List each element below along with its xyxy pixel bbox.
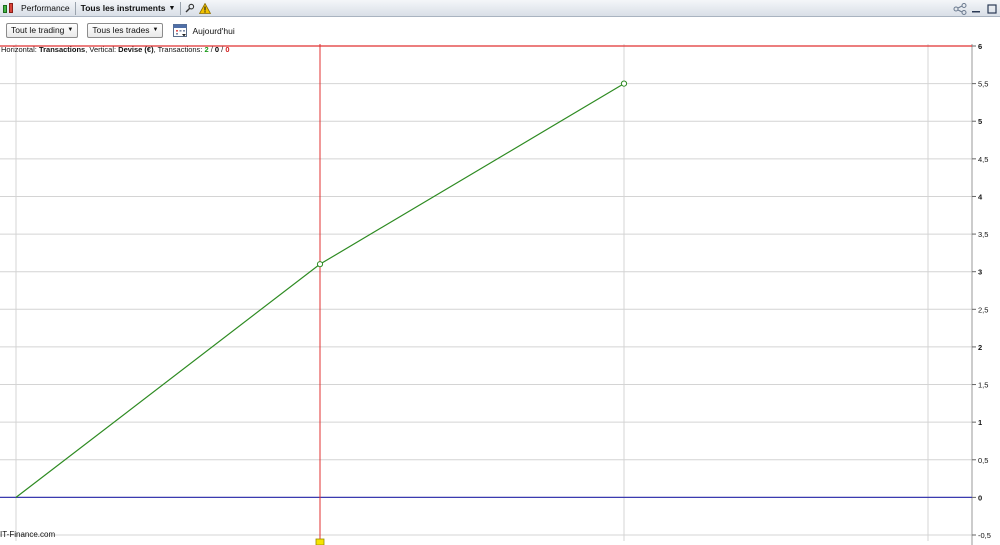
chevron-down-icon: ▼ xyxy=(67,27,74,33)
warning-icon[interactable] xyxy=(197,0,213,17)
tab-performance[interactable]: Performance xyxy=(16,0,75,17)
y-tick-label: 2 xyxy=(978,343,982,352)
y-tick-label: 0,5 xyxy=(978,456,988,465)
calendar-icon[interactable] xyxy=(173,23,188,38)
minimize-icon[interactable] xyxy=(968,0,984,17)
trading-scope-dropdown[interactable]: Tout le trading ▼ xyxy=(6,23,79,38)
performance-chart[interactable]: Horizontal: Transactions, Vertical: Devi… xyxy=(0,44,1000,545)
trades-filter-label: Tous les trades xyxy=(92,25,150,35)
maximize-icon[interactable] xyxy=(984,0,1000,17)
horizontal-axis-prefix: Horizontal: xyxy=(1,45,39,54)
date-range-label[interactable]: Aujourd'hui xyxy=(192,26,234,36)
y-tick-label: 1 xyxy=(978,418,982,427)
watermark: IT-Finance.com xyxy=(0,530,56,539)
chevron-down-icon: ▼ xyxy=(152,27,159,33)
y-tick-label: 1,5 xyxy=(978,381,988,390)
y-tick-label: 6 xyxy=(978,44,982,51)
y-tick-label: 4,5 xyxy=(978,155,988,164)
transactions-count-loss: 0 xyxy=(225,45,230,54)
instruments-dropdown[interactable]: Tous les instruments ▼ xyxy=(76,0,181,17)
window-controls xyxy=(952,0,1000,17)
share-icon[interactable] xyxy=(952,0,968,17)
y-tick-label: -0,5 xyxy=(978,531,991,540)
cursor-handle xyxy=(315,538,325,545)
data-point xyxy=(620,80,628,87)
y-tick-label: 2,5 xyxy=(978,305,988,314)
y-tick-label: 3,5 xyxy=(978,230,988,239)
y-tick-label: 5,5 xyxy=(978,80,988,89)
chart-canvas[interactable]: 6 5,5 5 4,5 4 3,5 3 2,5 2 1,5 1 0,5 0 -0,5 xyxy=(0,44,1000,545)
y-tick-label: 0 xyxy=(978,493,982,502)
performance-icon xyxy=(2,2,16,14)
window-titlebar: Performance Tous les instruments ▼ xyxy=(0,0,1000,17)
instruments-dropdown-label: Tous les instruments xyxy=(80,2,166,13)
data-point xyxy=(316,261,324,268)
y-tick-label: 3 xyxy=(978,268,982,277)
trades-filter-dropdown[interactable]: Tous les trades ▼ xyxy=(87,23,164,38)
vertical-axis-value: Devise (€) xyxy=(118,45,154,54)
transactions-prefix: , Transactions: xyxy=(153,45,205,54)
y-tick-label: 5 xyxy=(978,117,982,126)
y-tick-label: 4 xyxy=(978,192,983,201)
trading-scope-label: Tout le trading xyxy=(11,25,65,35)
chevron-down-icon: ▼ xyxy=(168,4,176,12)
horizontal-axis-value: Transactions xyxy=(38,45,86,54)
vertical-axis-prefix: , Vertical: xyxy=(85,45,119,54)
chart-info-line: Horizontal: Transactions, Vertical: Devi… xyxy=(1,45,230,54)
chart-toolbar: Tout le trading ▼ Tous les trades ▼ Aujo… xyxy=(0,17,1000,44)
wrench-icon[interactable] xyxy=(181,0,197,17)
